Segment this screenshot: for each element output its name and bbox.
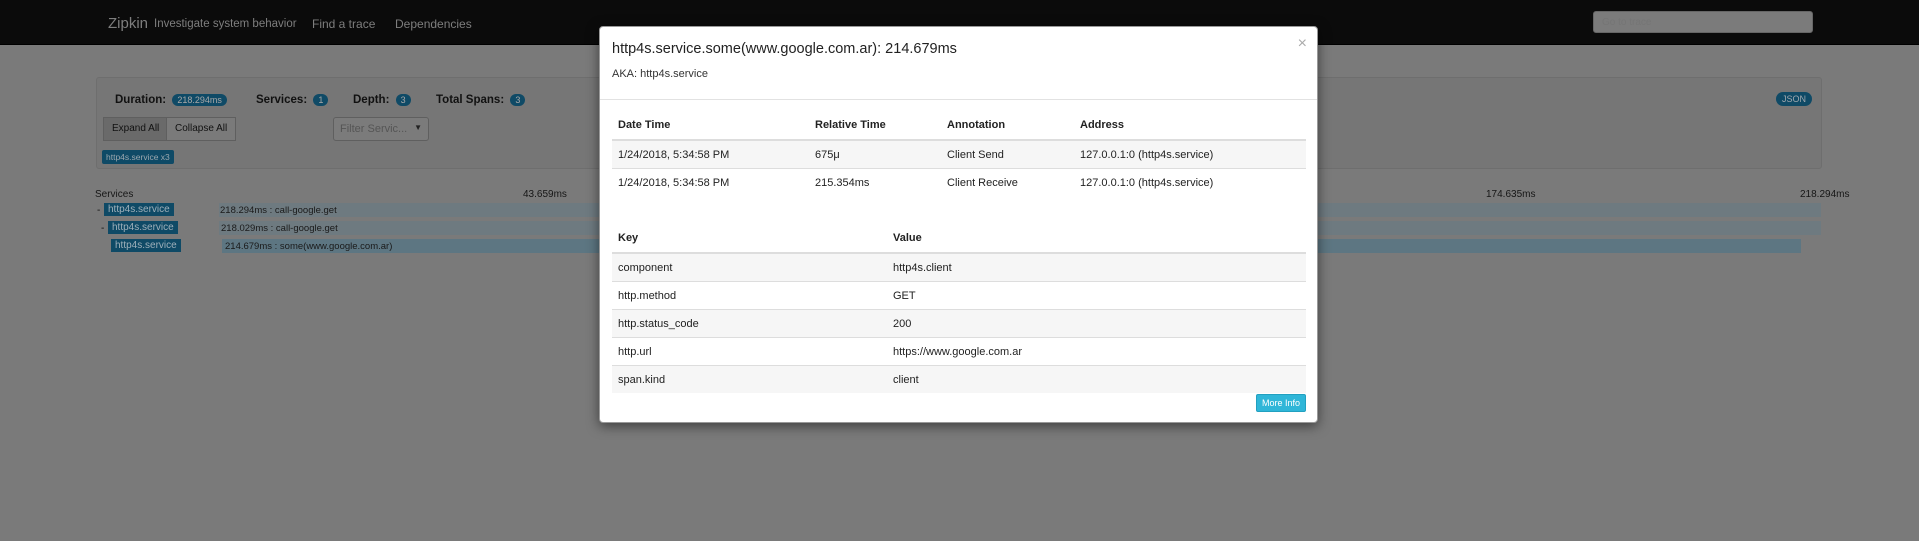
timeline-tick-label: 174.635ms	[1486, 189, 1536, 200]
services-column-header: Services	[95, 189, 134, 200]
column-header: Relative Time	[809, 111, 941, 141]
tag-key: http.status_code	[612, 309, 887, 338]
collapse-all-button[interactable]: Collapse All	[166, 117, 237, 141]
tag-value: GET	[887, 281, 1306, 310]
tags-header-row: Key Value	[612, 224, 1306, 254]
tag-value: 200	[887, 309, 1306, 338]
span-detail-modal: http4s.service.some(www.google.com.ar): …	[599, 26, 1318, 423]
timeline-tick-label: 218.294ms	[1800, 189, 1850, 200]
go-to-trace-input[interactable]	[1593, 11, 1813, 33]
table-cell: Client Receive	[941, 168, 1074, 196]
column-header: Key	[612, 224, 887, 254]
table-row: http.method GET	[612, 281, 1306, 310]
tag-key: http.method	[612, 281, 887, 310]
collapse-toggle[interactable]: -	[97, 205, 100, 216]
duration-stat: Duration: 218.294ms	[115, 94, 227, 106]
close-icon[interactable]: ×	[1298, 35, 1307, 53]
tag-value: https://www.google.com.ar	[887, 337, 1306, 366]
duration-badge: 218.294ms	[172, 94, 227, 106]
table-cell: 215.354ms	[809, 168, 941, 196]
collapse-toggle[interactable]: -	[101, 223, 104, 234]
span-service-tag[interactable]: http4s.service	[104, 203, 174, 216]
table-row: component http4s.client	[612, 252, 1306, 282]
nav-link-dependencies[interactable]: Dependencies	[395, 17, 472, 31]
table-row: http.url https://www.google.com.ar	[612, 337, 1306, 366]
column-header: Address	[1074, 111, 1306, 141]
service-filter-select[interactable]: Filter Servic... ▼	[333, 117, 429, 141]
tag-value: client	[887, 365, 1306, 393]
table-cell: 127.0.0.1:0 (http4s.service)	[1074, 139, 1306, 169]
modal-title: http4s.service.some(www.google.com.ar): …	[612, 41, 957, 57]
services-badge: 1	[313, 94, 329, 106]
table-cell: 127.0.0.1:0 (http4s.service)	[1074, 168, 1306, 196]
timeline-tick-label: 43.659ms	[523, 189, 567, 200]
span-bar-label: 218.294ms : call-google.get	[220, 205, 337, 216]
brand-tagline: Investigate system behavior	[154, 18, 297, 30]
service-count-tag[interactable]: http4s.service x3	[102, 150, 174, 164]
annotations-header-row: Date Time Relative Time Annotation Addre…	[612, 111, 1306, 141]
duration-label: Duration:	[115, 94, 167, 106]
annotations-table: Date Time Relative Time Annotation Addre…	[612, 111, 1306, 196]
tag-key: span.kind	[612, 365, 887, 393]
expand-all-button[interactable]: Expand All	[103, 117, 169, 141]
depth-badge: 3	[395, 94, 411, 106]
total-spans-badge: 3	[510, 94, 526, 106]
services-stat: Services: 1	[256, 94, 329, 106]
table-cell: 675μ	[809, 139, 941, 169]
depth-stat: Depth: 3	[353, 94, 411, 106]
depth-label: Depth:	[353, 94, 390, 106]
nav-link-find-trace[interactable]: Find a trace	[312, 17, 375, 31]
table-row: http.status_code 200	[612, 309, 1306, 338]
modal-divider	[600, 99, 1317, 100]
modal-aka: AKA: http4s.service	[612, 68, 708, 80]
table-cell: 1/24/2018, 5:34:58 PM	[612, 168, 809, 196]
table-cell: Client Send	[941, 139, 1074, 169]
span-service-tag[interactable]: http4s.service	[108, 221, 178, 234]
total-spans-stat: Total Spans: 3	[436, 94, 526, 106]
table-cell: 1/24/2018, 5:34:58 PM	[612, 139, 809, 169]
span-service-tag[interactable]: http4s.service	[111, 239, 181, 252]
column-header: Annotation	[941, 111, 1074, 141]
tag-value: http4s.client	[887, 252, 1306, 282]
table-row: 1/24/2018, 5:34:58 PM 215.354ms Client R…	[612, 168, 1306, 196]
total-spans-label: Total Spans:	[436, 94, 505, 106]
more-info-button[interactable]: More Info	[1256, 394, 1307, 412]
span-bar-label: 218.029ms : call-google.get	[221, 223, 338, 234]
service-filter-placeholder: Filter Servic...	[340, 123, 408, 135]
tag-key: http.url	[612, 337, 887, 366]
tags-table: Key Value component http4s.client http.m…	[612, 224, 1306, 393]
brand-logo[interactable]: Zipkin	[108, 15, 148, 32]
services-label: Services:	[256, 94, 308, 106]
tag-key: component	[612, 252, 887, 282]
column-header: Value	[887, 224, 1306, 254]
span-bar-label: 214.679ms : some(www.google.com.ar)	[225, 241, 393, 252]
table-row: span.kind client	[612, 365, 1306, 393]
column-header: Date Time	[612, 111, 809, 141]
table-row: 1/24/2018, 5:34:58 PM 675μ Client Send 1…	[612, 139, 1306, 169]
chevron-down-icon: ▼	[414, 123, 422, 132]
json-button[interactable]: JSON	[1776, 92, 1813, 106]
